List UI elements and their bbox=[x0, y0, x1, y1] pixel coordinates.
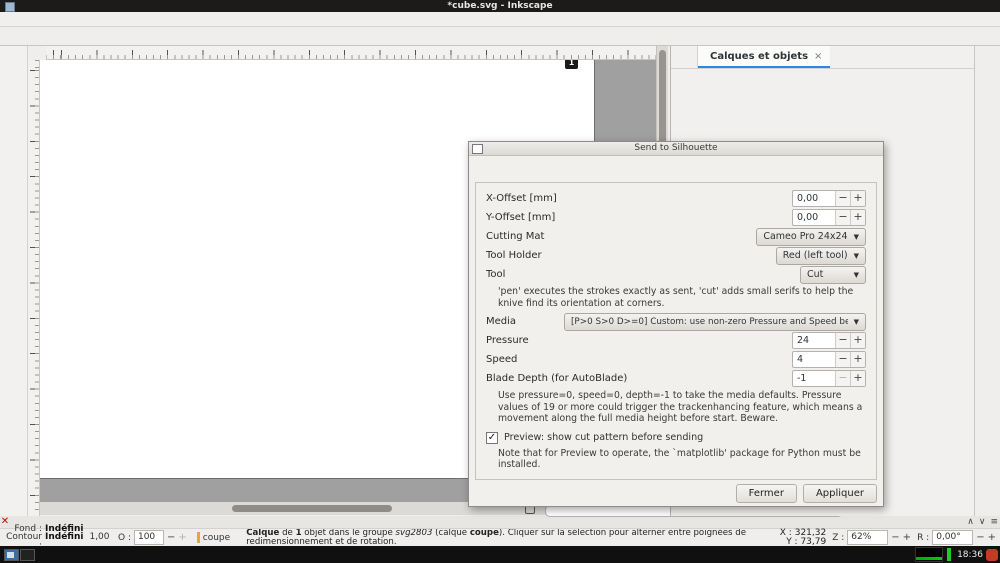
dialog-title: Send to Silhouette bbox=[634, 143, 718, 153]
preview-checkbox-label: Preview: show cut pattern before sending bbox=[504, 432, 704, 443]
media-label: Media bbox=[486, 316, 517, 327]
layers-toolbar bbox=[671, 68, 974, 84]
panel-tab-bar: Calques et objets × bbox=[671, 46, 974, 69]
opacity-input[interactable]: 100 bbox=[133, 530, 164, 545]
preview-checkbox[interactable]: ✓ bbox=[486, 431, 498, 444]
clock: 18:36 bbox=[957, 549, 983, 560]
toolbox bbox=[0, 46, 28, 516]
dialog-body: X-Offset [mm] 0,00− + Y-Offset [mm] 0,00−… bbox=[475, 183, 877, 480]
zoom-plus-icon[interactable]: + bbox=[903, 532, 911, 543]
dialog-button-row: Fermer Appliquer bbox=[469, 480, 883, 506]
power-icon[interactable] bbox=[986, 548, 998, 561]
preview-note: Note that for Preview to operate, the `m… bbox=[498, 447, 861, 471]
current-layer-indicator[interactable]: coupe bbox=[196, 532, 236, 543]
palette-controls: ∧ ∨ ≡ bbox=[963, 516, 998, 528]
tab-layers-objects[interactable]: Calques et objets × bbox=[698, 46, 831, 68]
dialog-title-bar[interactable]: Send to Silhouette bbox=[469, 142, 883, 156]
rotation-control[interactable]: R : 0,00° − + bbox=[917, 530, 996, 545]
system-tray bbox=[915, 547, 952, 562]
tool-holder-dropdown[interactable]: Red (left tool) ▼ bbox=[775, 246, 866, 265]
y-offset-spinner[interactable]: 0,00− + bbox=[792, 209, 866, 226]
zoom-input[interactable]: 62% bbox=[847, 530, 889, 545]
color-palette: ✕ bbox=[0, 516, 1000, 528]
zoom-control[interactable]: Z : 62% − + bbox=[832, 530, 911, 545]
taskbar: 18:36 bbox=[0, 546, 1000, 563]
cutting-mat-label: Cutting Mat bbox=[486, 231, 545, 242]
workspace-pager[interactable] bbox=[4, 548, 35, 561]
tool-dropdown[interactable]: Cut ▼ bbox=[800, 265, 866, 284]
pressure-note: Use pressure=0, speed=0, depth=-1 to tak… bbox=[498, 390, 863, 424]
dropdown-arrow-icon: ▼ bbox=[853, 232, 859, 241]
workspace-current[interactable] bbox=[4, 548, 19, 561]
status-message: Calque de 1 objet dans le groupe svg2803… bbox=[246, 528, 747, 547]
x-offset-spinner[interactable]: 0,00− + bbox=[792, 190, 866, 207]
palette-menu-icon[interactable]: ≡ bbox=[990, 517, 998, 527]
tab-close-icon[interactable]: × bbox=[814, 51, 822, 62]
title-bar[interactable]: *cube.svg - Inkscape bbox=[0, 0, 1000, 12]
tab-fill-stroke[interactable] bbox=[671, 46, 698, 68]
speed-label: Speed bbox=[486, 354, 518, 365]
cutting-mat-dropdown[interactable]: Cameo Pro 24x24 ▼ bbox=[756, 227, 866, 246]
pressure-label: Pressure bbox=[486, 335, 529, 346]
dropdown-arrow-icon: ▼ bbox=[853, 317, 859, 326]
guides-lock-icon[interactable] bbox=[29, 47, 45, 60]
commands-bar bbox=[974, 46, 1000, 516]
workspace-next[interactable] bbox=[20, 548, 35, 561]
tool-note: 'pen' executes the strokes exactly as se… bbox=[498, 286, 854, 309]
ruler-horizontal[interactable] bbox=[46, 46, 656, 60]
pressure-spinner[interactable]: 24− + bbox=[792, 332, 866, 349]
page-number-badge: 1 bbox=[565, 60, 578, 69]
rotation-minus-icon[interactable]: − bbox=[976, 532, 984, 543]
rotation-input[interactable]: 0,00° bbox=[932, 530, 974, 545]
cursor-coordinates: X : 321,32 Y : 73,79 bbox=[779, 528, 827, 547]
dialog-tabs bbox=[475, 160, 877, 183]
opacity-control[interactable]: O : 100 − + bbox=[118, 530, 187, 545]
cpu-graph-icon[interactable] bbox=[915, 547, 944, 562]
media-dropdown[interactable]: [P>0 S>0 D>=0] Custom: use non-zero Pres… bbox=[564, 312, 866, 331]
blade-depth-label: Blade Depth (for AutoBlade) bbox=[486, 373, 628, 384]
opacity-minus-icon[interactable]: − bbox=[167, 532, 175, 543]
meter-icon bbox=[947, 548, 952, 561]
tool-options-bar bbox=[0, 27, 1000, 46]
y-offset-label: Y-Offset [mm] bbox=[486, 212, 556, 223]
dropdown-arrow-icon: ▼ bbox=[853, 270, 859, 279]
horizontal-scrollbar-thumb[interactable] bbox=[232, 505, 392, 512]
tool-holder-label: Tool Holder bbox=[486, 250, 542, 261]
send-to-silhouette-dialog: Send to Silhouette X-Offset [mm] 0,00− + … bbox=[468, 141, 884, 507]
apply-button[interactable]: Appliquer bbox=[802, 483, 877, 503]
palette-down-icon[interactable]: ∨ bbox=[979, 517, 986, 527]
palette-up-icon[interactable]: ∧ bbox=[967, 517, 974, 527]
menu-bar bbox=[0, 12, 1000, 27]
dialog-icon bbox=[472, 144, 483, 154]
dropdown-arrow-icon: ▼ bbox=[853, 251, 859, 260]
opacity-plus-icon[interactable]: + bbox=[178, 532, 186, 543]
inkscape-window: *cube.svg - Inkscape 1 Calques et objets… bbox=[0, 0, 1000, 563]
speed-spinner[interactable]: 4− + bbox=[792, 351, 866, 368]
blade-depth-spinner[interactable]: -1− + bbox=[792, 370, 866, 387]
current-layer-name: coupe bbox=[202, 532, 231, 543]
close-button[interactable]: Fermer bbox=[735, 483, 797, 503]
status-bar: Fond :Indéfini Contour :Indéfini1,00 O :… bbox=[0, 525, 1000, 550]
zoom-minus-icon[interactable]: − bbox=[891, 532, 899, 543]
tool-label: Tool bbox=[486, 269, 506, 280]
ruler-vertical[interactable] bbox=[28, 60, 40, 516]
x-offset-label: X-Offset [mm] bbox=[486, 193, 557, 204]
layer-color-bar bbox=[196, 532, 200, 543]
rotation-plus-icon[interactable]: + bbox=[988, 532, 996, 543]
window-title: *cube.svg - Inkscape bbox=[447, 1, 553, 11]
